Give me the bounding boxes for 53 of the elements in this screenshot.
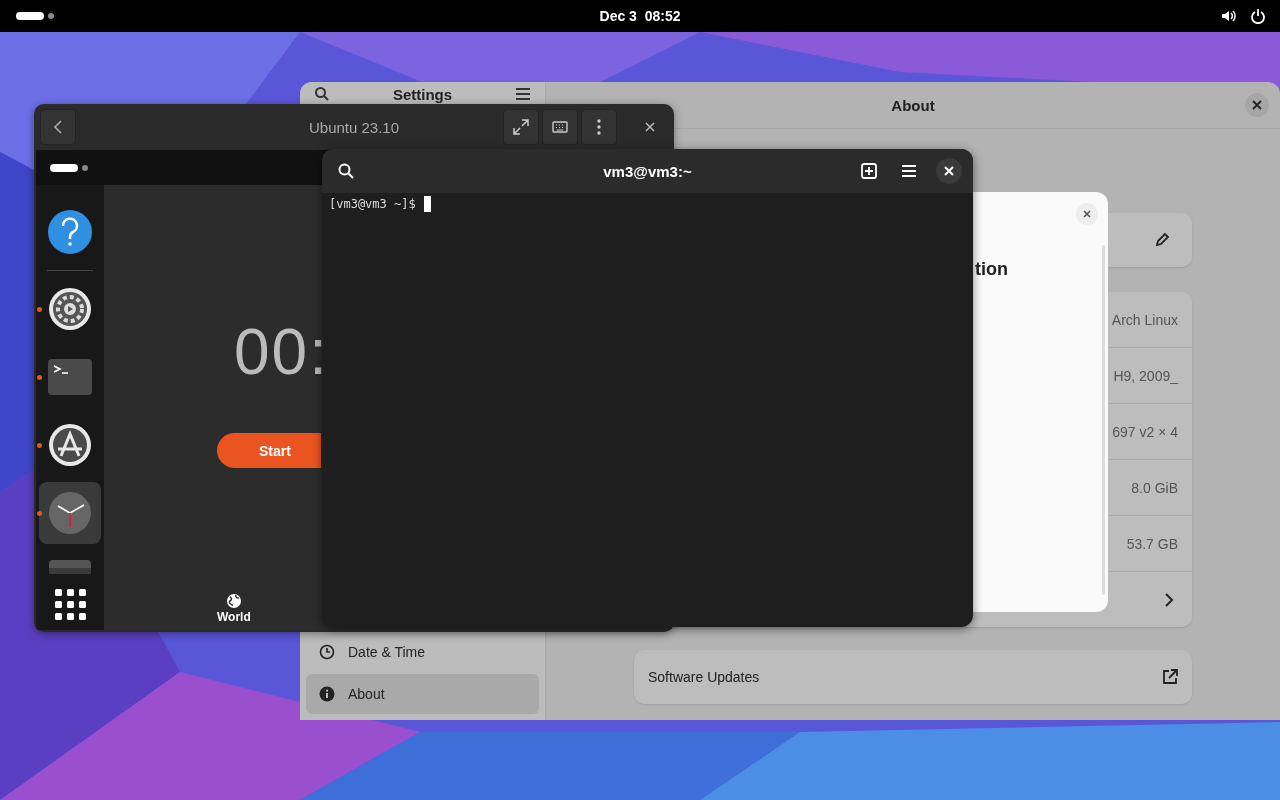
plus-icon[interactable]: [861, 163, 877, 179]
sidebar-item[interactable]: About: [306, 674, 539, 714]
info-icon: [319, 686, 335, 702]
expand-icon[interactable]: [513, 119, 529, 135]
clock-label[interactable]: Dec 3 08:52: [599, 8, 681, 24]
close-button[interactable]: [936, 158, 962, 184]
window-title: Settings: [392, 86, 453, 103]
chevron-left-icon[interactable]: [53, 119, 63, 135]
close-button[interactable]: [1076, 203, 1098, 225]
row-value: 8.0 GiB: [1131, 479, 1178, 496]
chevron-right-icon: [1164, 591, 1174, 608]
menu-icon[interactable]: [515, 86, 531, 102]
row-value: Arch Linux: [1111, 311, 1178, 328]
software-updates-row[interactable]: Software Updates: [634, 650, 1192, 704]
keyboard-button[interactable]: [542, 109, 578, 145]
text-cursor: [423, 196, 431, 212]
more-icon[interactable]: [597, 119, 601, 135]
more-options-button[interactable]: [581, 109, 617, 145]
window-title: vm3@vm3:~: [603, 162, 692, 180]
gear-icon[interactable]: [48, 287, 92, 331]
close-icon[interactable]: [1083, 210, 1091, 218]
sidebar-item[interactable]: Date & Time: [306, 632, 539, 672]
keyboard-icon[interactable]: [552, 121, 568, 133]
dialog-heading: tion: [975, 259, 1008, 280]
clock-icon[interactable]: [48, 491, 92, 535]
external-link-icon: [1162, 669, 1178, 685]
row-value: 697 v2 × 4: [1112, 423, 1178, 440]
search-icon[interactable]: [314, 86, 330, 102]
timer-display: 00:: [234, 315, 329, 389]
row-value: H9, 2009_: [1113, 367, 1178, 384]
back-button[interactable]: [40, 109, 76, 145]
workspace-indicator[interactable]: [14, 10, 56, 22]
help-icon[interactable]: [48, 210, 92, 254]
edit-icon[interactable]: [1154, 232, 1170, 248]
globe-icon: [225, 593, 242, 609]
workspace-indicator[interactable]: [48, 161, 90, 174]
clock-icon: [319, 644, 335, 660]
row-value: 53.7 GB: [1126, 535, 1178, 552]
window-title: Ubuntu 23.10: [308, 118, 400, 136]
page-title: About: [891, 96, 935, 114]
close-icon[interactable]: [645, 122, 655, 132]
start-button[interactable]: Start: [217, 433, 321, 468]
fullscreen-button[interactable]: [503, 109, 539, 145]
menu-icon[interactable]: [901, 164, 917, 178]
store-icon[interactable]: [48, 423, 92, 467]
tab-label[interactable]: World: [217, 610, 251, 624]
volume-icon[interactable]: [1220, 8, 1236, 24]
close-icon[interactable]: [1252, 100, 1262, 110]
app-grid-icon[interactable]: [54, 588, 86, 620]
terminal-prompt: [vm3@vm3 ~]$: [329, 197, 416, 211]
power-icon[interactable]: [1250, 8, 1266, 24]
search-icon[interactable]: [338, 163, 354, 179]
close-button[interactable]: [1245, 93, 1269, 117]
